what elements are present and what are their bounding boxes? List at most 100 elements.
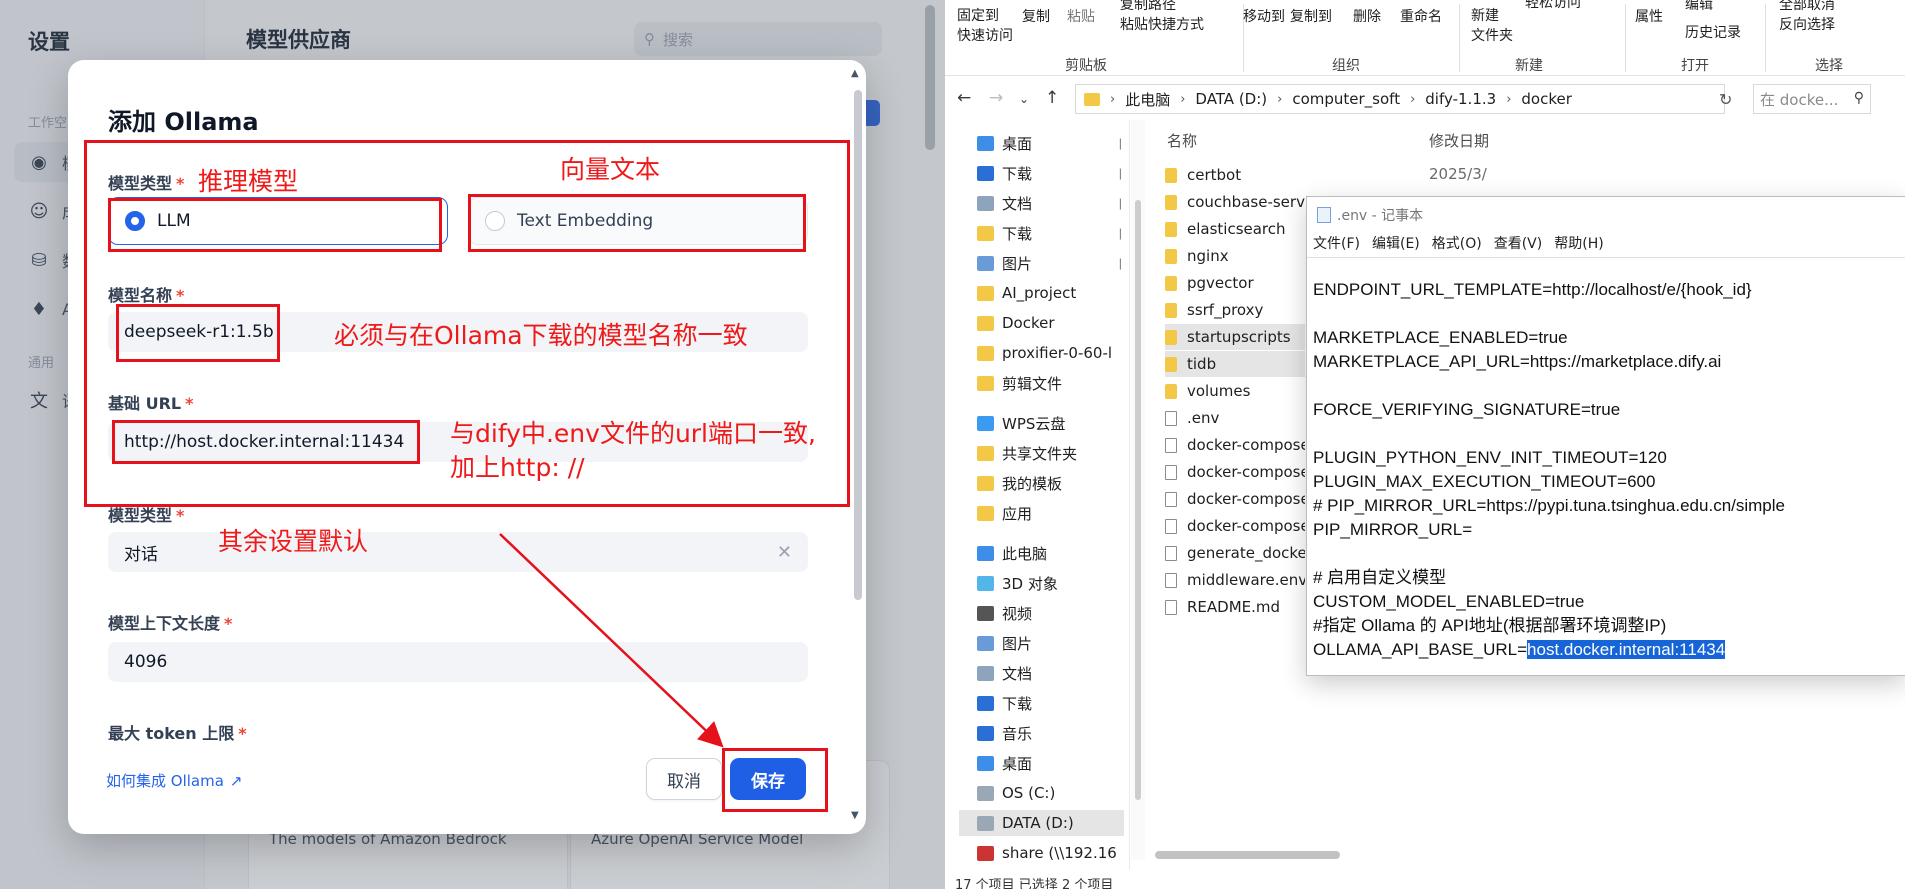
file-row[interactable]: README.md — [1165, 594, 1305, 620]
nav-item[interactable]: 下载 — [977, 690, 1137, 716]
folder-icon — [1084, 92, 1100, 106]
menu-item[interactable]: 编辑(E) — [1372, 233, 1420, 255]
move-to-button[interactable]: 移动到 — [1243, 6, 1285, 26]
nav-item[interactable]: 视频 — [977, 600, 1137, 626]
breadcrumb-item[interactable]: dify-1.1.3 — [1425, 90, 1496, 108]
nav-item[interactable]: 我的模板 — [977, 470, 1137, 496]
breadcrumb-item[interactable]: computer_soft — [1292, 90, 1400, 108]
explorer-search-input[interactable]: 在 docke... ⚲ — [1753, 84, 1871, 114]
nav-item[interactable]: 图片 ❘ — [977, 250, 1137, 276]
file-name: certbot — [1187, 166, 1242, 184]
folder-row[interactable]: ssrf_proxy — [1165, 297, 1305, 323]
folder-icon — [977, 285, 994, 301]
folder-row[interactable]: certbot — [1165, 162, 1305, 188]
text-line: PLUGIN_PYTHON_ENV_INIT_TIMEOUT=120 — [1313, 448, 1667, 467]
nav-item[interactable]: AI_project — [977, 280, 1137, 306]
menu-item[interactable]: 帮助(H) — [1554, 233, 1603, 255]
paste-button[interactable]: 粘贴 — [1067, 6, 1095, 26]
file-row[interactable]: docker-compose — [1165, 432, 1305, 458]
menu-item[interactable]: 格式(O) — [1432, 233, 1482, 255]
delete-button[interactable]: 删除 — [1353, 6, 1381, 26]
nav-item[interactable]: 共享文件夹 — [977, 440, 1137, 466]
music-icon — [977, 725, 994, 741]
nav-item[interactable]: 3D 对象 — [977, 570, 1137, 596]
column-header-name[interactable]: 名称 — [1167, 130, 1197, 151]
breadcrumb-item[interactable]: docker — [1521, 90, 1572, 108]
file-list-hscrollbar[interactable] — [1155, 848, 1535, 862]
nav-item[interactable]: 桌面 ❘ — [977, 130, 1137, 156]
paste-shortcut-button[interactable]: 粘贴快捷方式 — [1120, 14, 1204, 34]
select-none-button[interactable]: 全部取消 — [1779, 0, 1835, 14]
edit-button[interactable]: 编辑 — [1685, 0, 1713, 14]
breadcrumb-item[interactable]: 此电脑 — [1125, 89, 1170, 110]
file-name: couchbase-server — [1187, 193, 1305, 211]
nav-item-label: WPS云盘 — [1002, 414, 1066, 433]
nav-item[interactable]: 文档 — [977, 660, 1137, 686]
nav-item[interactable]: 应用 — [977, 500, 1137, 526]
folder-row[interactable]: couchbase-server — [1165, 189, 1305, 215]
copy-button[interactable]: 复制 — [1022, 6, 1050, 26]
nav-item-label: 下载 — [1002, 224, 1033, 243]
forward-arrow-icon[interactable]: → — [989, 88, 1003, 108]
folder-row[interactable]: elasticsearch — [1165, 216, 1305, 242]
file-row[interactable]: middleware.env. — [1165, 567, 1305, 593]
file-name: docker-compose — [1187, 436, 1305, 454]
file-name: middleware.env. — [1187, 571, 1305, 589]
refresh-icon[interactable]: ↻ — [1719, 90, 1732, 109]
folder-row[interactable]: startupscripts — [1165, 324, 1305, 350]
column-header-modified[interactable]: 修改日期 — [1429, 130, 1489, 151]
new-folder-button[interactable]: 新建 文件夹 — [1471, 6, 1513, 46]
folder-icon — [977, 375, 994, 391]
notepad-editor[interactable]: ENDPOINT_URL_TEMPLATE=http://localhost/e… — [1307, 257, 1905, 677]
annotation-arrow — [499, 533, 724, 748]
recent-dropdown-icon[interactable]: ⌄ — [1019, 92, 1029, 106]
ribbon-separator — [1459, 4, 1460, 72]
properties-button[interactable]: 属性 — [1635, 6, 1663, 26]
nav-item[interactable]: WPS云盘 — [977, 410, 1137, 436]
scrollbar-thumb[interactable] — [1135, 200, 1141, 800]
nav-item[interactable]: 图片 — [977, 630, 1137, 656]
nav-item[interactable]: proxifier-0-60-l — [977, 340, 1137, 366]
status-bar: 17 个项目 已选择 2 个项目 — [955, 878, 1114, 889]
folder-row[interactable]: tidb — [1165, 351, 1305, 377]
file-row[interactable]: .env — [1165, 405, 1305, 431]
nav-item[interactable]: 下载 ❘ — [977, 160, 1137, 186]
history-button[interactable]: 历史记录 — [1685, 22, 1741, 42]
file-row[interactable]: docker-compose — [1165, 459, 1305, 485]
nav-item-label: 应用 — [1002, 504, 1033, 523]
invert-selection-button[interactable]: 反向选择 — [1779, 14, 1835, 34]
folder-row[interactable]: volumes — [1165, 378, 1305, 404]
menu-item[interactable]: 查看(V) — [1494, 233, 1543, 255]
copy-to-button[interactable]: 复制到 — [1290, 6, 1332, 26]
nav-item[interactable]: 音乐 — [977, 720, 1137, 746]
back-arrow-icon[interactable]: ← — [957, 88, 971, 108]
folder-row[interactable]: pgvector — [1165, 270, 1305, 296]
nav-item-label: DATA (D:) — [1002, 814, 1074, 832]
rename-button[interactable]: 重命名 — [1400, 6, 1442, 26]
navigation-pane-scrollbar[interactable] — [1131, 120, 1145, 860]
nav-item[interactable]: 剪辑文件 — [977, 370, 1137, 396]
up-arrow-icon[interactable]: ↑ — [1045, 88, 1059, 108]
easy-access-button[interactable]: 轻松访问 — [1525, 0, 1581, 12]
nav-item[interactable]: 桌面 — [977, 750, 1137, 776]
file-row[interactable]: docker-compose — [1165, 486, 1305, 512]
menu-item[interactable]: 文件(F) — [1313, 233, 1360, 255]
address-row: ← → ⌄ ↑ › 此电脑 › DATA (D:) › computer_sof… — [945, 82, 1905, 116]
folder-row[interactable]: nginx — [1165, 243, 1305, 269]
nav-item[interactable]: 文档 ❘ — [977, 190, 1137, 216]
scrollbar-thumb[interactable] — [1155, 851, 1340, 859]
file-row[interactable]: generate_docke — [1165, 540, 1305, 566]
folder-icon — [1165, 167, 1177, 183]
file-row[interactable]: docker-compose — [1165, 513, 1305, 539]
nav-item[interactable]: DATA (D:) — [959, 810, 1124, 836]
breadcrumb-item[interactable]: DATA (D:) — [1195, 90, 1267, 108]
pin-quick-access-button[interactable]: 固定到 快速访问 — [957, 6, 1013, 46]
address-bar[interactable]: › 此电脑 › DATA (D:) › computer_soft › dify… — [1075, 84, 1725, 114]
search-placeholder: 在 docke... — [1760, 90, 1839, 109]
nav-item[interactable]: Docker — [977, 310, 1137, 336]
copy-path-button[interactable]: 复制路径 — [1120, 0, 1176, 14]
nav-item[interactable]: 此电脑 — [977, 540, 1137, 566]
nav-item[interactable]: OS (C:) — [977, 780, 1137, 806]
nav-item[interactable]: share (\\192.16 — [977, 840, 1137, 866]
nav-item[interactable]: 下载 ❘ — [977, 220, 1137, 246]
